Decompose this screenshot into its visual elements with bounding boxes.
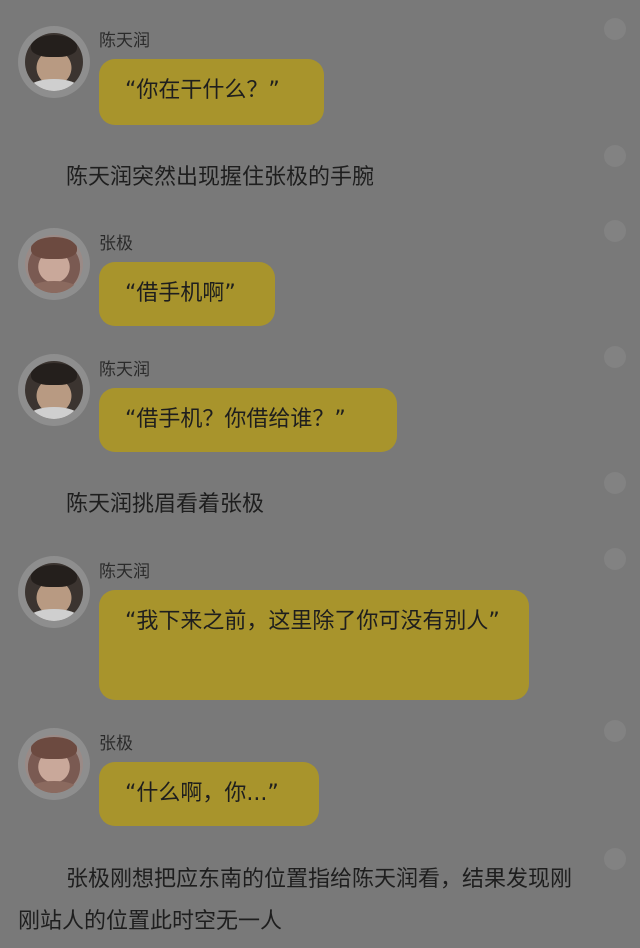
speaker-name: 陈天润 [99,360,150,380]
message-bubble[interactable]: “你在干什么？” [99,59,324,125]
comment-dot-icon[interactable] [604,548,626,570]
narration-text: 陈天润挑眉看着张极 [66,492,265,517]
comment-dot-icon[interactable] [604,145,626,167]
message-bubble[interactable]: “什么啊，你...” [99,762,319,826]
comment-dot-icon[interactable] [604,18,626,40]
comment-dot-icon[interactable] [604,346,626,368]
comment-dot-icon[interactable] [604,720,626,742]
avatar-zhang-ji[interactable] [18,228,90,300]
narration-text: 陈天润突然出现握住张极的手腕 [66,165,375,190]
speaker-name: 陈天润 [99,31,150,51]
message-bubble[interactable]: “我下来之前，这里除了你可没有别人” [99,590,529,700]
message-bubble[interactable]: “借手机啊” [99,262,275,326]
message-bubble[interactable]: “借手机？你借给谁？” [99,388,397,452]
avatar-chen-tianrun[interactable] [18,354,90,426]
speaker-name: 张极 [99,734,133,754]
avatar-chen-tianrun[interactable] [18,26,90,98]
avatar-chen-tianrun[interactable] [18,556,90,628]
narration-text: 张极刚想把应东南的位置指给陈天润看，结果发现刚刚站人的位置此时空无一人 [18,867,573,934]
comment-dot-icon[interactable] [604,472,626,494]
avatar-zhang-ji[interactable] [18,728,90,800]
comment-dot-icon[interactable] [604,220,626,242]
comment-dot-icon[interactable] [604,848,626,870]
speaker-name: 陈天润 [99,562,150,582]
story-chat-page: 陈天润 “你在干什么？” 陈天润突然出现握住张极的手腕 张极 “借手机啊” 陈天… [0,0,640,948]
speaker-name: 张极 [99,234,133,254]
